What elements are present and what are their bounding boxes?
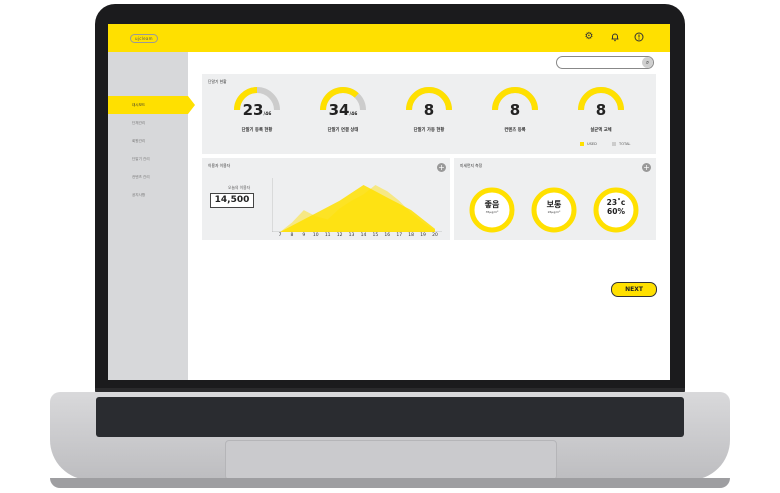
- sidebar: ujcleam 대시보드 단체관리 회원관리 단말기 관리 컨텐츠 관리 공지사…: [108, 24, 195, 380]
- visitor-chart: [272, 178, 442, 232]
- x-tick-label: 11: [324, 233, 331, 238]
- sidebar-item-group[interactable]: 단체관리: [108, 114, 188, 132]
- x-tick-label: 9: [302, 233, 306, 238]
- x-tick-label: 10: [312, 233, 319, 238]
- x-tick-label: 15: [372, 233, 379, 238]
- terminal-status-panel: 단말기 현황 23/46 단말기 등록 현황 34/46 단말기 연결 상태 8: [202, 74, 656, 154]
- add-button[interactable]: +: [642, 163, 651, 172]
- sidebar-item-content[interactable]: 컨텐츠 관리: [108, 168, 188, 186]
- gauge-label: 컨텐츠 등록: [504, 128, 526, 133]
- ring-value: 좋음: [484, 200, 500, 209]
- gauge-sterilizer: 8 살균액 교체: [570, 84, 632, 144]
- gauge-value: 23/46: [242, 101, 272, 119]
- gauge-value: 8: [509, 101, 521, 119]
- sidebar-item-notice[interactable]: 공지사항: [108, 186, 188, 204]
- search-input[interactable]: ⌕: [556, 56, 654, 69]
- temperature-value: 23˚c: [606, 198, 626, 207]
- x-tick-label: 16: [384, 233, 391, 238]
- x-tick-label: 18: [408, 233, 415, 238]
- x-tick-label: 7: [278, 233, 282, 238]
- alert-icon[interactable]: [634, 32, 644, 42]
- logo-area: ujcleam: [108, 24, 188, 52]
- gauge-label: 단말기 가동 현황: [413, 128, 445, 133]
- air-quality-panel: 미세먼지 측정 + 좋음 35μg/m³ 보통 26μg/m³ 23˚c 60%: [454, 158, 656, 240]
- panel-title: 미세먼지 측정: [460, 163, 483, 168]
- sidebar-item-dashboard[interactable]: 대시보드: [108, 96, 195, 114]
- temperature-humidity-ring: 23˚c 60%: [592, 186, 640, 234]
- ring-value: 보통: [546, 200, 562, 209]
- x-tick-label: 13: [348, 233, 355, 238]
- gear-icon[interactable]: ⚙: [584, 32, 594, 42]
- screen: ujcleam 대시보드 단체관리 회원관리 단말기 관리 컨텐츠 관리 공지사…: [108, 24, 670, 380]
- gauge-label: 단말기 연결 상태: [327, 128, 359, 133]
- gauge-operation: 8 단말기 가동 현황: [398, 84, 460, 144]
- logo[interactable]: ujcleam: [130, 34, 158, 43]
- x-tick-label: 20: [432, 233, 438, 238]
- keyboard: [96, 397, 684, 437]
- gauge-value: 8: [423, 101, 435, 119]
- x-tick-label: 17: [396, 233, 403, 238]
- sidebar-item-terminal[interactable]: 단말기 관리: [108, 150, 188, 168]
- dust-status-ring: 좋음 35μg/m³: [468, 186, 516, 234]
- laptop-foot: [50, 478, 730, 488]
- top-bar: ⚙: [188, 24, 670, 52]
- panel-title: 단말기 현황: [208, 79, 227, 84]
- today-label: 오늘의 이용자: [228, 185, 251, 190]
- ring-sub: 35μg/m³: [485, 210, 499, 214]
- visitors-panel: 이용자 이용자 + 오늘의 이용자 14,500 7 8 9 10 11 12 13 14 15…: [202, 158, 450, 240]
- gauge-label: 단말기 등록 현황: [241, 128, 273, 133]
- ring-sub: 26μg/m³: [547, 210, 561, 214]
- gauge-label: 살균액 교체: [590, 128, 612, 133]
- fine-dust-status-ring: 보통 26μg/m³: [530, 186, 578, 234]
- search-icon[interactable]: ⌕: [642, 57, 653, 68]
- x-tick-label: 8: [290, 233, 294, 238]
- gauge-value: 34/46: [328, 101, 358, 119]
- touchpad: [225, 440, 557, 480]
- sidebar-menu: 대시보드 단체관리 회원관리 단말기 관리 컨텐츠 관리 공지사항: [108, 96, 195, 204]
- legend-swatch-used: [580, 142, 584, 146]
- humidity-value: 60%: [607, 207, 625, 216]
- bell-icon[interactable]: [610, 32, 620, 42]
- legend-swatch-total: [612, 142, 616, 146]
- sidebar-item-member[interactable]: 회원관리: [108, 132, 188, 150]
- today-visitor-count: 14,500: [210, 193, 254, 208]
- x-tick-labels: 7 8 9 10 11 12 13 14 15 16 17 18 19 20: [279, 233, 449, 239]
- x-tick-label: 19: [420, 233, 426, 238]
- gauge-value: 8: [595, 101, 607, 119]
- x-tick-label: 12: [336, 233, 343, 238]
- panel-title: 이용자 이용자: [208, 163, 231, 168]
- x-tick-label: 14: [360, 233, 367, 238]
- gauge-connection: 34/46 단말기 연결 상태: [312, 84, 374, 144]
- ring-value: 23˚c 60%: [592, 198, 640, 216]
- gauge-content: 8 컨텐츠 등록: [484, 84, 546, 144]
- add-button[interactable]: +: [437, 163, 446, 172]
- gauge-registration: 23/46 단말기 등록 현황: [226, 84, 288, 144]
- next-button[interactable]: NEXT: [611, 282, 657, 297]
- legend-total: TOTAL: [612, 142, 630, 146]
- legend-used: USED: [580, 142, 597, 146]
